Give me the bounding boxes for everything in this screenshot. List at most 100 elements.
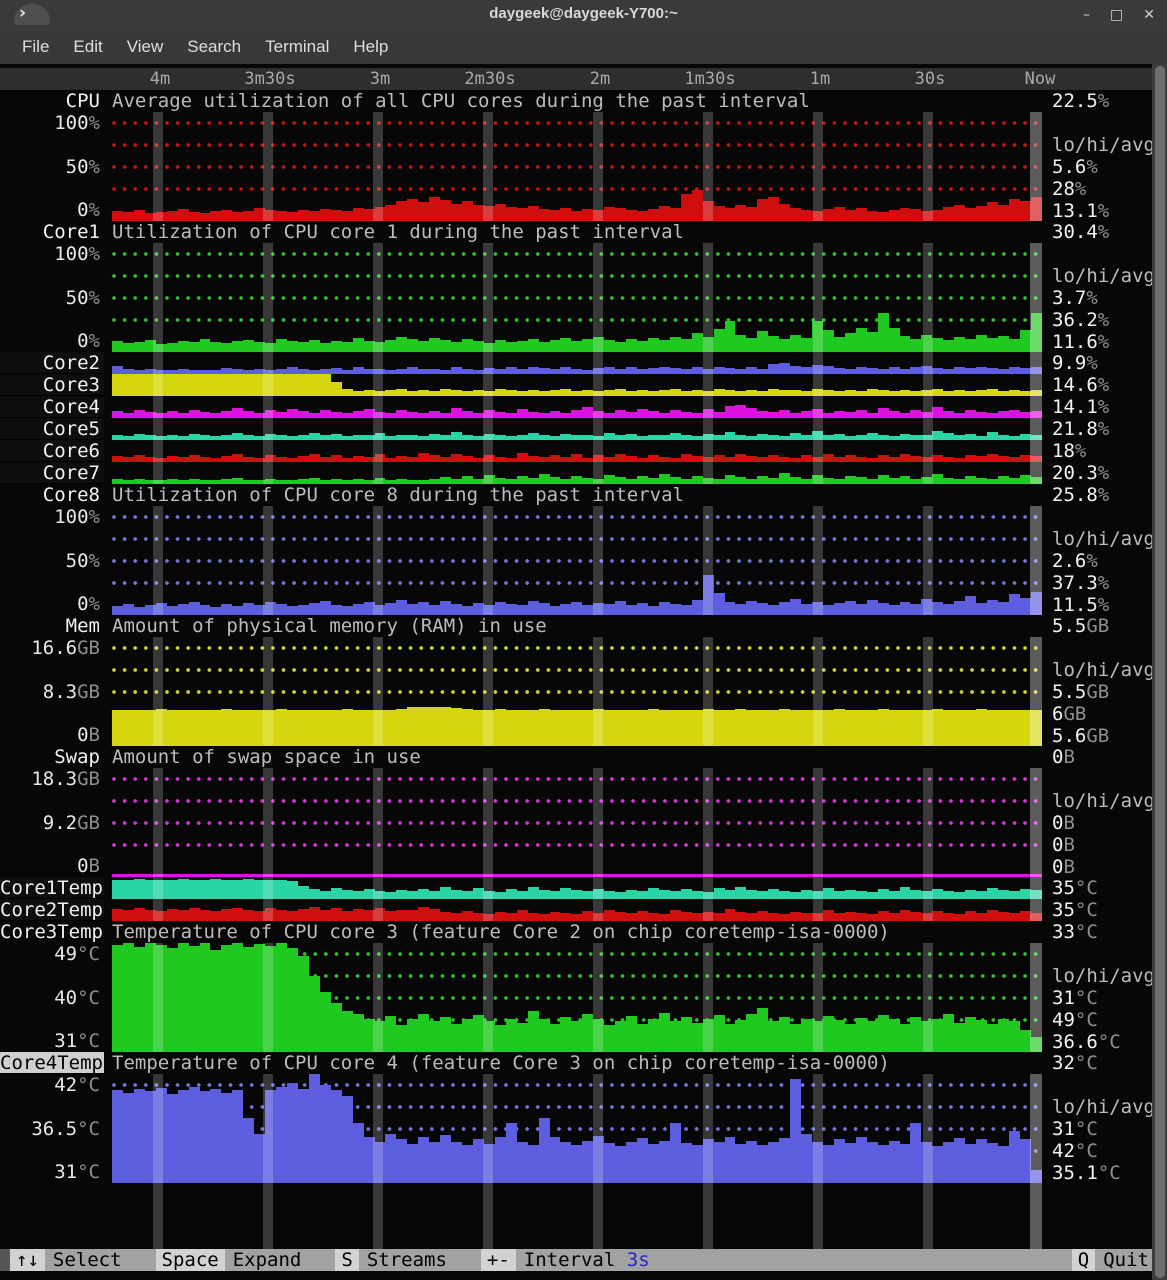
stream-label-core4[interactable]: Core4 xyxy=(0,396,104,418)
stream-stats: lo/hi/avg 2.6% 37.3% 11.5% xyxy=(1052,528,1155,616)
memory-usage-chart xyxy=(112,637,1042,746)
stream-label-cpu[interactable]: CPU xyxy=(0,90,104,112)
core7-sparkline xyxy=(112,462,1042,484)
time-axis-label: 3m30s xyxy=(244,69,296,89)
core4-sparkline xyxy=(112,396,1042,418)
minimize-button[interactable]: – xyxy=(1083,8,1090,22)
stream-section-core8: Core8 Utilization of CPU core 8 during t… xyxy=(0,484,1167,616)
swap-usage-chart xyxy=(112,768,1042,877)
stream-label-core1[interactable]: Core1 xyxy=(0,221,104,243)
stream-label-core7[interactable]: Core7 xyxy=(0,462,104,484)
stream-row-core4: Core4 14.1% xyxy=(0,396,1167,418)
menu-item-search[interactable]: Search xyxy=(175,33,253,61)
hint-label-streams: Streams xyxy=(366,1249,447,1271)
hint-label-quit: Quit xyxy=(1103,1249,1149,1271)
stream-row-core2: Core2 9.9% xyxy=(0,352,1167,374)
stream-description: Utilization of CPU core 8 during the pas… xyxy=(112,484,684,506)
time-axis-label: 1m xyxy=(809,69,831,89)
core4temp-chart xyxy=(112,1074,1042,1183)
current-value: 14.6% xyxy=(1052,374,1110,396)
scrollbar-thumb[interactable] xyxy=(1155,66,1165,1278)
core3temp-chart xyxy=(112,943,1042,1052)
current-value: 30.4% xyxy=(1052,221,1110,243)
stream-label-core2temp[interactable]: Core2Temp xyxy=(0,899,104,921)
stream-label-core1temp[interactable]: Core1Temp xyxy=(0,877,104,899)
stream-label-core4temp-selected[interactable]: Core4Temp xyxy=(0,1052,104,1074)
keyboard-hint-bar: ↑↓ Select Space Expand S Streams +- Inte… xyxy=(0,1249,1167,1271)
time-axis-label: 1m30s xyxy=(684,69,736,89)
stream-section-core4temp: Core4Temp Temperature of CPU core 4 (fea… xyxy=(0,1052,1167,1184)
time-axis-label: 3m xyxy=(369,69,391,89)
stream-row-core6: Core6 18% xyxy=(0,440,1167,462)
stream-row-core7: Core7 20.3% xyxy=(0,462,1167,484)
menu-item-terminal[interactable]: Terminal xyxy=(253,33,341,61)
stream-label-core3temp[interactable]: Core3Temp xyxy=(0,921,104,943)
stream-label-core2[interactable]: Core2 xyxy=(0,352,104,374)
stream-label-swap[interactable]: Swap xyxy=(0,746,104,768)
stream-label-core3[interactable]: Core3 xyxy=(0,374,104,396)
y-axis: 18.3GB 9.2GB 0B xyxy=(31,768,100,877)
stream-stats: lo/hi/avg 0B 0B 0B xyxy=(1052,790,1155,878)
stream-label-core5[interactable]: Core5 xyxy=(0,418,104,440)
current-value: 20.3% xyxy=(1052,462,1110,484)
current-value: 33°C xyxy=(1052,921,1098,943)
menu-item-file[interactable]: File xyxy=(10,33,61,61)
interval-value: 3s xyxy=(626,1249,650,1271)
core5-sparkline xyxy=(112,418,1042,440)
scrollbar[interactable] xyxy=(1152,64,1167,1280)
stream-description: Utilization of CPU core 1 during the pas… xyxy=(112,221,684,243)
y-axis: 100% 50% 0% xyxy=(54,506,100,615)
stream-row-core1temp: Core1Temp 35°C xyxy=(0,877,1167,899)
y-axis: 49°C 40°C 31°C xyxy=(54,943,100,1052)
hint-key-s: S xyxy=(335,1249,359,1271)
menu-item-help[interactable]: Help xyxy=(341,33,400,61)
stream-row-core5: Core5 21.8% xyxy=(0,418,1167,440)
core1-utilization-chart xyxy=(112,243,1042,352)
hint-key-arrows: ↑↓ xyxy=(10,1249,45,1271)
hint-label-select: Select xyxy=(52,1249,122,1271)
menu-item-view[interactable]: View xyxy=(115,33,176,61)
menu-item-edit[interactable]: Edit xyxy=(61,33,114,61)
maximize-button[interactable]: □ xyxy=(1110,8,1123,22)
core2-sparkline xyxy=(112,352,1042,374)
current-value: 18% xyxy=(1052,440,1087,462)
stream-description: Temperature of CPU core 4 (feature Core … xyxy=(112,1052,1042,1074)
hint-key-space: Space xyxy=(155,1249,225,1271)
current-value: 9.9% xyxy=(1052,352,1098,374)
stream-row-core2temp: Core2Temp 35°C xyxy=(0,899,1167,921)
core1temp-sparkline xyxy=(112,877,1042,899)
stream-label-mem[interactable]: Mem xyxy=(0,615,104,637)
hint-key-plusminus: +- xyxy=(480,1249,516,1271)
hint-bar-edge xyxy=(0,1249,10,1271)
core8-utilization-chart xyxy=(112,506,1042,615)
current-value: 35°C xyxy=(1052,899,1098,921)
stream-section-cpu: CPU Average utilization of all CPU cores… xyxy=(0,90,1167,222)
time-axis-label: 2m xyxy=(589,69,611,89)
stream-description: Average utilization of all CPU cores dur… xyxy=(112,90,810,112)
core6-sparkline xyxy=(112,440,1042,462)
stream-label-core6[interactable]: Core6 xyxy=(0,440,104,462)
stream-label-core8[interactable]: Core8 xyxy=(0,484,104,506)
current-value: 14.1% xyxy=(1052,396,1110,418)
stream-section-core1: Core1 Utilization of CPU core 1 during t… xyxy=(0,221,1167,353)
terminal-window: › daygeek@daygeek-Y700:~ – □ ✕ File Edit… xyxy=(0,0,1167,1280)
cpu-utilization-chart xyxy=(112,112,1042,221)
stream-stats: lo/hi/avg 3.7% 36.2% 11.6% xyxy=(1052,265,1155,353)
stream-row-core3: Core3 14.6% xyxy=(0,374,1167,396)
current-value: 0B xyxy=(1052,746,1075,768)
current-value: 35°C xyxy=(1052,877,1098,899)
stream-stats: lo/hi/avg 31°C 49°C 36.6°C xyxy=(1052,965,1155,1053)
close-button[interactable]: ✕ xyxy=(1143,8,1155,22)
window-titlebar: › daygeek@daygeek-Y700:~ – □ ✕ xyxy=(0,0,1167,30)
window-title: daygeek@daygeek-Y700:~ xyxy=(489,5,678,22)
y-axis: 16.6GB 8.3GB 0B xyxy=(31,637,100,746)
hint-label-interval: Interval 3s xyxy=(523,1249,650,1271)
time-axis-label: 4m xyxy=(149,69,171,89)
stream-section-swap: Swap Amount of swap space in use 0B 18.3… xyxy=(0,746,1167,878)
hint-key-q: Q xyxy=(1071,1249,1096,1271)
current-value: 25.8% xyxy=(1052,484,1110,506)
core2temp-sparkline xyxy=(112,899,1042,921)
hint-label-expand: Expand xyxy=(232,1249,302,1271)
stream-stats: lo/hi/avg 5.6% 28% 13.1% xyxy=(1052,134,1155,222)
time-axis-label: Now xyxy=(1024,69,1056,89)
